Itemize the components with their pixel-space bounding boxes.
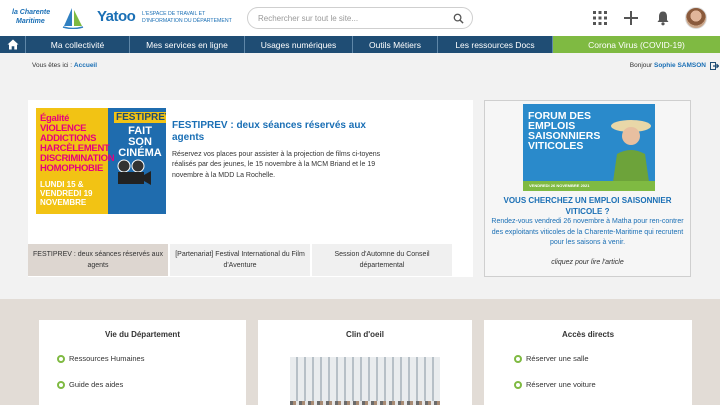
breadcrumb-prefix: Vous êtes ici : xyxy=(32,62,73,69)
clin-doeil-photo[interactable] xyxy=(290,357,440,405)
main-nav: Ma collectivité Mes services en ligne Us… xyxy=(0,36,720,53)
nav-item-outils-metiers[interactable]: Outils Métiers xyxy=(353,36,438,53)
yatoo-logo[interactable]: Yatoo xyxy=(97,8,136,25)
photo-ceiling xyxy=(290,357,440,405)
link-reserver-voiture[interactable]: Réserver une voiture xyxy=(514,380,596,389)
vie-departement-title: Vie du Département xyxy=(105,330,180,339)
bottom-section: Vie du Département Ressources Humaines G… xyxy=(0,299,720,405)
poster-date-banner: VENDREDI 26 NOVEMBRE 2021 xyxy=(523,181,655,191)
charente-maritime-logo[interactable]: la Charente Maritime xyxy=(12,7,84,29)
poster-subtitle: FAIT SON CINÉMA xyxy=(118,125,162,159)
breadcrumb: Vous êtes ici : Accueil xyxy=(32,62,97,69)
nav-home[interactable] xyxy=(0,36,26,53)
link-label: Réserver une voiture xyxy=(526,380,596,389)
apps-grid-icon[interactable] xyxy=(592,10,608,26)
bullet-circle-icon xyxy=(514,354,522,363)
clin-doeil-title: Clin d'oeil xyxy=(346,330,384,339)
acces-directs-box: Accès directs Réserver une salle Réserve… xyxy=(484,320,692,405)
festiprev-poster[interactable]: Égalité VIOLENCE ADDICTIONS HARCÈLEMENT … xyxy=(36,108,166,214)
news-tabs: FESTIPREV : deux séances réservés aux ag… xyxy=(28,244,454,276)
poster-title: FORUM DES EMPLOIS SAISONNIERS VITICOLES xyxy=(528,110,601,152)
bell-icon[interactable] xyxy=(655,10,671,26)
link-label: Ressources Humaines xyxy=(69,354,145,363)
promo-read-more-link[interactable]: cliquez pour lire l'article xyxy=(485,259,690,266)
logo-line-2: Maritime xyxy=(16,18,45,25)
vie-departement-box: Vie du Département Ressources Humaines G… xyxy=(39,320,246,405)
user-greeting: Bonjour Sophie SAMSON xyxy=(630,62,706,69)
nav-item-usages-numeriques[interactable]: Usages numériques xyxy=(245,36,353,53)
woman-illustration xyxy=(611,120,651,182)
logout-icon[interactable] xyxy=(710,62,719,70)
greeting-text: Bonjour xyxy=(629,62,653,69)
acces-directs-title: Accès directs xyxy=(561,330,615,339)
bullet-circle-icon xyxy=(57,380,65,389)
link-reserver-salle[interactable]: Réserver une salle xyxy=(514,354,589,363)
promo-text: Rendez-vous vendredi 26 novembre à Matha… xyxy=(491,218,684,246)
poster-date: VENDREDI 26 NOVEMBRE 2021 xyxy=(529,183,590,188)
search-box[interactable] xyxy=(247,7,473,29)
link-ressources-humaines[interactable]: Ressources Humaines xyxy=(57,354,144,363)
nav-item-covid[interactable]: Corona Virus (COVID-19) xyxy=(553,36,720,53)
bullet-circle-icon xyxy=(514,380,522,389)
link-label: Guide des aides xyxy=(69,380,124,389)
clin-doeil-box: Clin d'oeil xyxy=(258,320,472,405)
news-tab-2[interactable]: [Partenariat] Festival International du … xyxy=(170,244,312,276)
nav-item-ma-collectivite[interactable]: Ma collectivité xyxy=(26,36,130,53)
sail-icon xyxy=(62,8,84,29)
search-icon[interactable] xyxy=(453,13,464,24)
nav-item-mes-services[interactable]: Mes services en ligne xyxy=(130,36,245,53)
plus-icon[interactable] xyxy=(623,10,639,26)
news-tab-3[interactable]: Session d'Automne du Conseil département… xyxy=(312,244,454,276)
poster-word-6: HOMOPHOBIE xyxy=(40,163,103,174)
logo-line-1: la Charente xyxy=(12,9,51,16)
film-camera-icon xyxy=(117,159,151,185)
promo-card: FORUM DES EMPLOIS SAISONNIERS VITICOLES … xyxy=(484,100,691,277)
poster-dates: LUNDI 15 & VENDREDI 19 NOVEMBRE xyxy=(40,180,93,207)
photo-crowd xyxy=(290,401,440,405)
home-icon xyxy=(7,39,18,50)
promo-title[interactable]: VOUS CHERCHEZ UN EMPLOI SAISONNIER VITIC… xyxy=(485,195,690,217)
breadcrumb-home-link[interactable]: Accueil xyxy=(74,62,97,69)
news-title[interactable]: FESTIPREV : deux séances réservés aux ag… xyxy=(172,120,382,144)
link-label: Réserver une salle xyxy=(526,354,589,363)
news-tab-1[interactable]: FESTIPREV : deux séances réservés aux ag… xyxy=(28,244,170,276)
nav-item-ressources-docs[interactable]: Les ressources Docs xyxy=(438,36,553,53)
search-input[interactable] xyxy=(258,12,448,25)
top-header: la Charente Maritime Yatoo L'ESPACE DE T… xyxy=(0,0,720,36)
user-name[interactable]: Sophie SAMSON xyxy=(654,62,706,69)
forum-emplois-poster[interactable]: FORUM DES EMPLOIS SAISONNIERS VITICOLES … xyxy=(523,104,655,191)
avatar[interactable] xyxy=(685,7,707,29)
poster-title: FESTIPREV xyxy=(114,112,166,123)
news-text: Réservez vos places pour assister à la p… xyxy=(172,151,381,179)
link-guide-aides[interactable]: Guide des aides xyxy=(57,380,123,389)
yatoo-tagline: L'ESPACE DE TRAVAIL ET D'INFORMATION DU … xyxy=(142,11,232,24)
bullet-circle-icon xyxy=(57,354,65,363)
